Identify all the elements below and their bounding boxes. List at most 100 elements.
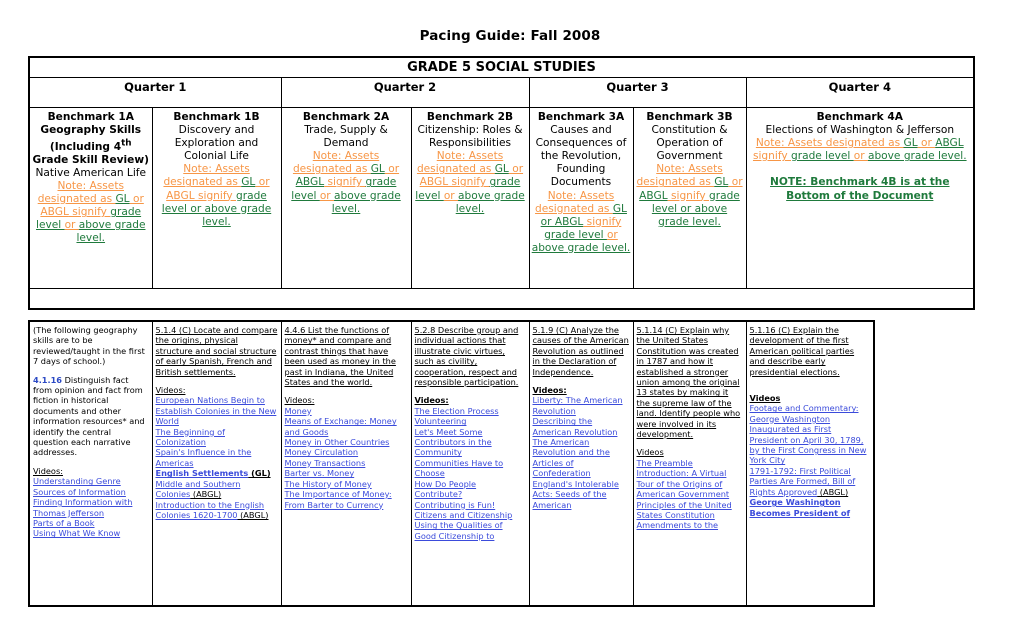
- video-level-tag: (ABGL): [190, 489, 222, 500]
- video-level-tag: (ABGL): [817, 486, 849, 497]
- video-level-tag: (GL): [248, 468, 271, 479]
- video-link[interactable]: Citizens and Citizenship: [415, 510, 526, 520]
- video-link-english-settlements[interactable]: English Settlements (GL): [156, 468, 278, 478]
- content-cell-3a: 5.1.9 (C) Analyze the causes of the Amer…: [528, 320, 634, 607]
- benchmark-cell-1a: Benchmark 1A Geography Skills (Including…: [28, 107, 153, 289]
- video-link[interactable]: Money Transactions: [285, 458, 408, 468]
- video-link[interactable]: Communities Have to Choose: [415, 458, 526, 479]
- content-cell-4a: 5.1.16 (C) Explain the development of th…: [745, 320, 875, 607]
- grade-band-row: GRADE 5 SOCIAL STUDIES: [28, 56, 975, 78]
- benchmark-1a-note: Note: Assets designated as GL or ABGL si…: [36, 180, 146, 245]
- content-cell-1b: 5.1.4 (C) Locate and compare the origins…: [151, 320, 282, 607]
- standard-text-4-1-16: Distinguish fact from opinion and fact f…: [33, 374, 145, 458]
- video-link[interactable]: Volunteering: [415, 416, 526, 426]
- benchmark-cell-1b: Benchmark 1B Discovery and Exploration a…: [151, 107, 282, 289]
- content-row: (The following geography skills are to b…: [28, 320, 875, 607]
- video-link[interactable]: Footage and Commentary: George Washingto…: [750, 403, 871, 465]
- videos-label-col6: Videos: [636, 447, 664, 458]
- video-link[interactable]: The History of Money: [285, 479, 408, 489]
- benchmark-cell-4a: Benchmark 4A Elections of Washington & J…: [745, 107, 975, 289]
- video-link[interactable]: The Beginning of Colonization: [156, 427, 278, 448]
- benchmark-3a-note: Note: Assets designated as GL or ABGL si…: [531, 189, 631, 254]
- benchmark-3b-id: Benchmark 3B: [646, 111, 733, 123]
- video-link[interactable]: George Washington Becomes President of: [750, 497, 871, 518]
- benchmark-2a-note: Note: Assets designated as GL or ABGL si…: [291, 150, 401, 215]
- benchmark-row: Benchmark 1A Geography Skills (Including…: [28, 107, 975, 289]
- benchmark-2b-id: Benchmark 2B: [426, 111, 514, 123]
- page-title: Pacing Guide: Fall 2008: [419, 28, 601, 44]
- document-page: Pacing Guide: Fall 2008 GRADE 5 SOCIAL S…: [0, 0, 1020, 619]
- video-link[interactable]: Spain's Influence in the Americas: [156, 447, 278, 468]
- video-link[interactable]: Money in Other Countries: [285, 437, 408, 447]
- video-link[interactable]: The American Revolution and the Articles…: [533, 437, 630, 479]
- video-level-tag: (ABGL): [237, 509, 269, 520]
- video-link[interactable]: Describing the American Revolution: [533, 416, 630, 437]
- video-link[interactable]: Introduction: A Virtual Tour of the Orig…: [637, 468, 743, 499]
- benchmark-2a-id: Benchmark 2A: [302, 111, 390, 123]
- video-link[interactable]: The Importance of Money: From Barter to …: [285, 489, 408, 510]
- standard-code-4-1-16: 4.1.16: [33, 374, 63, 385]
- video-link-english-colonies[interactable]: Introduction to the English Colonies 162…: [156, 500, 278, 521]
- videos-label-col2: Videos:: [155, 385, 186, 396]
- content-cell-3b: 5.1.14 (C) Explain why the United States…: [632, 320, 747, 607]
- benchmark-2b-subtitle: Citizenship: Roles & Responsibilities: [417, 124, 523, 150]
- content-cell-1a: (The following geography skills are to b…: [28, 320, 153, 607]
- standard-5-1-14: 5.1.14 (C) Explain why the United States…: [636, 325, 741, 440]
- video-link[interactable]: Let's Meet Some Contributors in the Comm…: [415, 427, 526, 458]
- video-link[interactable]: The Preamble: [637, 458, 743, 468]
- standard-4-4-6: 4.4.6 List the functions of money* and c…: [284, 325, 396, 388]
- video-link[interactable]: How Do People Contribute?: [415, 479, 526, 500]
- benchmark-3a-subtitle: Causes and Consequences of the Revolutio…: [535, 124, 627, 189]
- video-link[interactable]: Money Circulation: [285, 447, 408, 457]
- video-link-middle-southern[interactable]: Middle and Southern Colonies (ABGL): [156, 479, 278, 500]
- benchmark-3b-note: Note: Assets designated as GL or ABGL si…: [636, 163, 743, 228]
- video-link[interactable]: Using the Qualities of Good Citizenship …: [415, 520, 526, 541]
- video-link[interactable]: Using What We Know: [33, 528, 149, 538]
- benchmark-2a-subtitle: Trade, Supply & Demand: [304, 124, 388, 150]
- benchmark-cell-3a: Benchmark 3A Causes and Consequences of …: [528, 107, 634, 289]
- video-link[interactable]: Money: [285, 406, 408, 416]
- content-cell-2a: 4.4.6 List the functions of money* and c…: [280, 320, 412, 607]
- video-link-label: English Settlements: [155, 468, 249, 479]
- standard-5-2-8: 5.2.8 Describe group and individual acti…: [414, 325, 519, 388]
- video-link[interactable]: Barter vs. Money: [285, 468, 408, 478]
- grade-band-title: GRADE 5 SOCIAL STUDIES: [28, 56, 975, 78]
- quarter-3-header: Quarter 3: [528, 77, 747, 108]
- video-link[interactable]: Understanding Genre: [33, 476, 149, 486]
- video-link[interactable]: Amendments to the: [637, 520, 743, 530]
- video-link[interactable]: Contributing is Fun!: [415, 500, 526, 510]
- videos-label-col5: Videos:: [532, 385, 567, 396]
- benchmark-4a-id: Benchmark 4A: [816, 111, 903, 123]
- benchmark-cell-2a: Benchmark 2A Trade, Supply & Demand Note…: [280, 107, 412, 289]
- video-link[interactable]: Sources of Information: [33, 487, 149, 497]
- video-link[interactable]: The Election Process: [415, 406, 526, 416]
- benchmark-2b-note: Note: Assets designated as GL or ABGL si…: [415, 150, 525, 215]
- video-link[interactable]: Finding Information with Thomas Jefferso…: [33, 497, 149, 518]
- quarter-1-header: Quarter 1: [28, 77, 282, 108]
- video-link[interactable]: Principles of the United States Constitu…: [637, 500, 743, 521]
- header-spacer-row: [28, 288, 975, 310]
- video-link-first-parties[interactable]: 1791-1792: First Political Parties Are F…: [750, 466, 871, 497]
- video-link[interactable]: Liberty: The American Revolution: [533, 395, 630, 416]
- standard-5-1-4: 5.1.4 (C) Locate and compare the origins…: [155, 325, 278, 377]
- standards-content-table: (The following geography skills are to b…: [28, 320, 875, 607]
- video-link[interactable]: England's Intolerable Acts: Seeds of the…: [533, 479, 630, 510]
- benchmark-4a-subtitle: Elections of Washington & Jefferson: [765, 124, 955, 137]
- header-spacer-cell: [28, 288, 975, 310]
- benchmark-3a-id: Benchmark 3A: [537, 111, 625, 123]
- video-link[interactable]: Means of Exchange: Money and Goods: [285, 416, 408, 437]
- videos-label-col4: Videos:: [414, 395, 449, 406]
- benchmark-cell-2b: Benchmark 2B Citizenship: Roles & Respon…: [410, 107, 530, 289]
- standard-5-1-16: 5.1.16 (C) Explain the development of th…: [749, 325, 855, 377]
- benchmark-1b-note: Note: Assets designated as GL or ABGL si…: [161, 163, 272, 228]
- quarter-row: Quarter 1 Quarter 2 Quarter 3 Quarter 4: [28, 77, 975, 108]
- benchmark-4a-note: Note: Assets designated as GL or ABGL sig…: [752, 137, 967, 163]
- benchmark-3b-subtitle: Constitution & Operation of Government: [651, 124, 728, 163]
- quarter-4-header: Quarter 4: [745, 77, 975, 108]
- video-link[interactable]: European Nations Begin to Establish Colo…: [156, 395, 278, 426]
- video-link[interactable]: Parts of a Book: [33, 518, 149, 528]
- videos-label-col7: Videos: [749, 393, 781, 404]
- videos-label-col1: Videos:: [33, 465, 63, 476]
- quarter-2-header: Quarter 2: [280, 77, 530, 108]
- benchmark-1a-id: Benchmark 1A: [47, 111, 134, 123]
